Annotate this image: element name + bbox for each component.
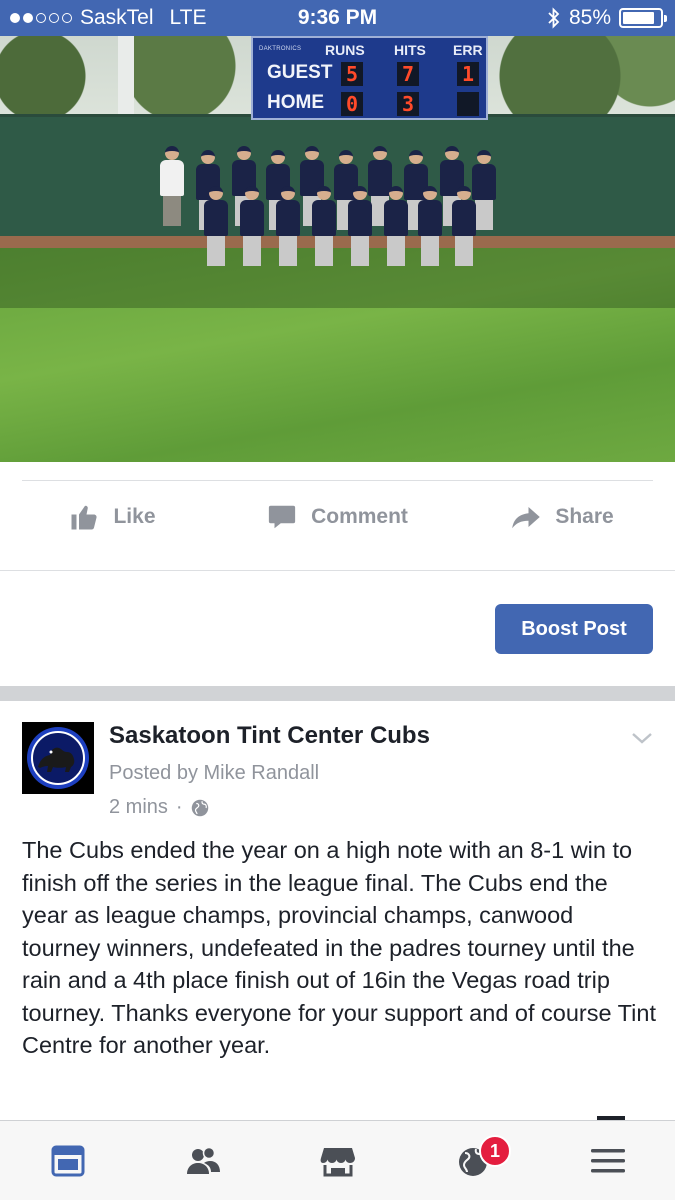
team-group	[160, 138, 505, 278]
scoreboard-home-runs: 0	[341, 92, 363, 116]
marketplace-icon	[320, 1147, 355, 1176]
tab-friends[interactable]	[135, 1121, 270, 1200]
battery-percent: 85%	[568, 6, 611, 29]
post-timestamp[interactable]: 2 mins	[109, 796, 168, 819]
team-member-figure	[452, 186, 476, 266]
team-member-figure	[418, 186, 442, 266]
comment-icon	[268, 505, 296, 529]
divider	[0, 570, 675, 571]
scoreboard-guest-runs: 5	[341, 62, 363, 86]
like-label: Like	[113, 505, 156, 528]
share-button[interactable]: Share	[450, 481, 675, 553]
chevron-down-icon[interactable]	[630, 726, 654, 750]
team-member-figure	[204, 186, 228, 266]
team-member-figure	[384, 186, 408, 266]
tab-marketplace[interactable]	[270, 1121, 405, 1200]
tab-news-feed[interactable]	[0, 1121, 135, 1200]
team-member-figure	[276, 186, 300, 266]
scoreboard-home-hits: 3	[397, 92, 419, 116]
battery-icon	[619, 8, 667, 28]
cubs-bear-logo-icon	[27, 727, 89, 789]
meta-separator: ·	[175, 796, 183, 818]
team-member-figure	[240, 186, 264, 266]
notification-badge: 1	[479, 1135, 511, 1167]
bluetooth-icon	[548, 7, 560, 29]
post-author[interactable]: Posted by Mike Randall	[109, 762, 319, 785]
post-meta: 2 mins ·	[109, 796, 209, 819]
scoreboard-home-err	[457, 92, 479, 116]
page-name[interactable]: Saskatoon Tint Center Cubs	[109, 722, 430, 750]
news-feed-icon	[51, 1145, 84, 1176]
team-member-figure	[160, 146, 184, 226]
scoreboard: DAKTRONICS RUNS HITS ERR GUEST 5 7 1 HOM…	[251, 36, 488, 120]
comment-button[interactable]: Comment	[225, 481, 450, 553]
share-arrow-icon	[512, 507, 541, 529]
post-photo[interactable]: DAKTRONICS RUNS HITS ERR GUEST 5 7 1 HOM…	[0, 36, 675, 462]
boost-post-button[interactable]: Boost Post	[495, 604, 653, 654]
friends-icon	[186, 1146, 220, 1174]
scoreboard-brand: DAKTRONICS	[259, 46, 302, 52]
status-right: 85%	[547, 6, 667, 30]
public-globe-icon	[191, 799, 209, 817]
scoreboard-header-runs: RUNS	[325, 42, 365, 58]
thumbs-up-icon	[71, 505, 98, 530]
post-body-text: The Cubs ended the year on a high note w…	[22, 837, 656, 1058]
scoreboard-guest-label: GUEST	[267, 62, 333, 83]
comment-label: Comment	[311, 505, 408, 528]
battery-level	[623, 12, 654, 24]
scoreboard-header-hits: HITS	[394, 42, 426, 58]
status-bar: SaskTel LTE 9:36 PM 85%	[0, 0, 675, 36]
share-label: Share	[555, 505, 614, 528]
scoreboard-guest-hits: 7	[397, 62, 419, 86]
scoreboard-home-label: HOME	[267, 92, 324, 113]
team-member-figure	[312, 186, 336, 266]
feed-separator	[0, 686, 675, 701]
page-avatar[interactable]	[22, 722, 94, 794]
bottom-tab-bar: 1	[0, 1120, 675, 1200]
like-button[interactable]: Like	[0, 481, 225, 553]
menu-icon	[590, 1148, 625, 1172]
tab-menu[interactable]	[540, 1121, 675, 1200]
scoreboard-guest-err: 1	[457, 62, 479, 86]
scoreboard-header-err: ERR	[453, 42, 483, 58]
post-action-bar: Like Comment Share	[0, 481, 675, 553]
team-member-figure	[348, 186, 372, 266]
tab-notifications[interactable]: 1	[405, 1121, 540, 1200]
